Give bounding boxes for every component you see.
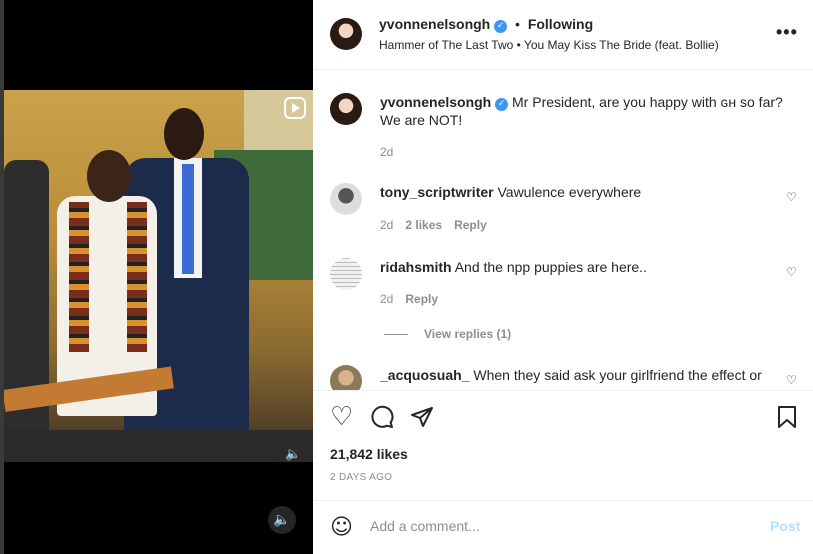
avatar[interactable]	[330, 18, 362, 50]
audio-track-link[interactable]: Hammer of The Last Two • You May Kiss Th…	[379, 38, 719, 52]
like-heart-icon[interactable]: ♡	[330, 404, 353, 430]
caption-time: 2d	[380, 145, 394, 159]
verified-icon: ✓	[494, 20, 508, 33]
share-icon[interactable]	[410, 405, 434, 433]
comment-text: Vawulence everywhere	[497, 184, 642, 200]
comment-avatar[interactable]	[330, 183, 362, 215]
caption-username[interactable]: yvonnenelsongh	[380, 94, 491, 110]
comment-time: 2d	[380, 218, 394, 232]
post-button[interactable]: Post	[770, 518, 800, 534]
likes-count[interactable]: 21,842 likes	[330, 446, 408, 462]
comment-text: When they said ask your girlfriend the e…	[473, 367, 762, 383]
post-date: 2 DAYS AGO	[330, 472, 393, 483]
list-item: tony_scriptwriter Vawulence everywhere	[380, 183, 780, 201]
more-horizontal-icon[interactable]: •••	[776, 22, 798, 43]
bookmark-icon[interactable]	[776, 405, 798, 433]
mute-toggle-icon[interactable]: 🔈	[268, 506, 296, 534]
post-viewer: 🔈 🔈 yvonnenelsongh ✓ • Following Hammer …	[0, 0, 813, 554]
comment-composer: ☺ Post	[313, 500, 813, 554]
comment-username[interactable]: _acquosuah_	[380, 367, 469, 383]
comment-likes[interactable]: 2 likes	[405, 218, 442, 232]
comment-meta: 2d 2 likes Reply	[380, 218, 487, 232]
reel-video[interactable]	[4, 90, 313, 462]
heart-icon[interactable]: ♡	[786, 373, 797, 387]
comments-list: yvonnenelsongh ✓ Mr President, are you h…	[313, 71, 813, 391]
verified-icon: ✓	[495, 98, 509, 111]
comment-meta: 2d Reply	[380, 292, 438, 306]
header-username[interactable]: yvonnenelsongh	[379, 16, 490, 32]
volume-icon: 🔈	[285, 447, 302, 462]
media-pane: 🔈 🔈	[0, 0, 313, 554]
view-replies-line	[384, 334, 408, 335]
comment-time: 2d	[380, 292, 394, 306]
comment-username[interactable]: ridahsmith	[380, 259, 452, 275]
heart-icon[interactable]: ♡	[786, 265, 797, 279]
heart-icon[interactable]: ♡	[786, 190, 797, 204]
header-user-line: yvonnenelsongh ✓ • Following	[379, 16, 593, 33]
comment-icon[interactable]	[370, 405, 394, 433]
comment-avatar[interactable]	[330, 365, 362, 391]
comment-avatar[interactable]	[330, 258, 362, 290]
header-separator: •	[515, 16, 520, 32]
following-button[interactable]: Following	[528, 16, 593, 32]
post-header	[313, 0, 813, 70]
comment-input[interactable]	[370, 518, 750, 534]
post-actions: ♡ 21,842 likes 2 DAYS AGO	[313, 390, 813, 500]
list-item: _acquosuah_ When they said ask your girl…	[380, 366, 780, 384]
video-railing	[4, 430, 313, 462]
comment-username[interactable]: tony_scriptwriter	[380, 184, 494, 200]
view-replies-button[interactable]: View replies (1)	[424, 327, 511, 341]
reels-icon	[284, 97, 306, 119]
caption-avatar[interactable]	[330, 93, 362, 125]
list-item: ridahsmith And the npp puppies are here.…	[380, 258, 780, 276]
comment-text: And the npp puppies are here..	[454, 259, 647, 275]
caption: yvonnenelsongh ✓ Mr President, are you h…	[380, 93, 800, 129]
video-person-kente	[49, 150, 159, 462]
reply-button[interactable]: Reply	[405, 292, 438, 306]
video-person-left	[4, 160, 49, 460]
reply-button[interactable]: Reply	[454, 218, 487, 232]
emoji-icon[interactable]: ☺	[330, 515, 353, 540]
